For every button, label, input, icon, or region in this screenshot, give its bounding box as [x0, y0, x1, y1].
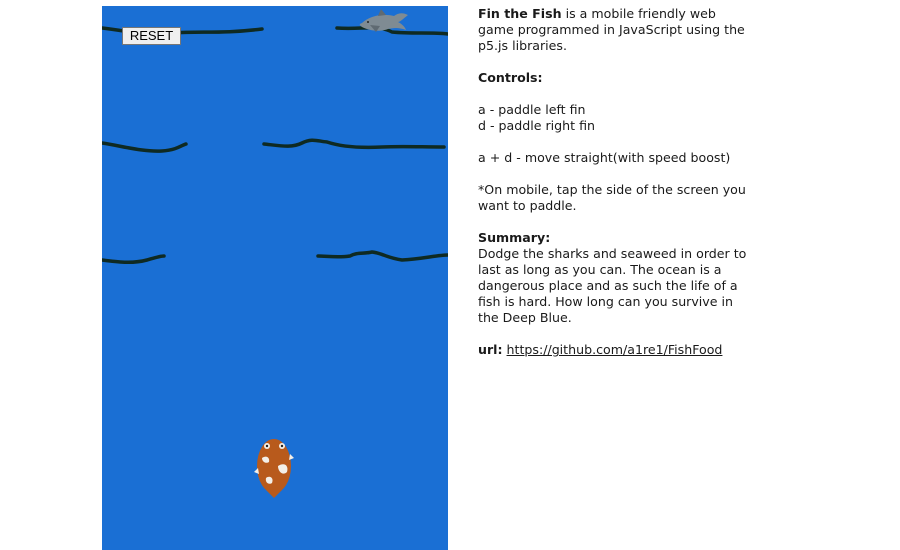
- seaweed-right-3: [316, 250, 448, 262]
- github-link[interactable]: https://github.com/a1re1/FishFood: [507, 342, 723, 357]
- game-title: Fin the Fish: [478, 6, 562, 21]
- game-canvas[interactable]: RESET: [102, 6, 448, 550]
- seaweed-left-3: [102, 254, 166, 265]
- url-label: url:: [478, 342, 503, 357]
- info-panel: Fin the Fish is a mobile friendly web ga…: [478, 6, 748, 374]
- controls-list: a - paddle left fin d - paddle right fin: [478, 102, 748, 134]
- summary-heading: Summary:: [478, 230, 551, 245]
- reset-button[interactable]: RESET: [122, 27, 181, 45]
- summary-paragraph: Summary: Dodge the sharks and seaweed in…: [478, 230, 748, 326]
- control-ad: a + d - move straight(with speed boost): [478, 150, 731, 165]
- control-d: d - paddle right fin: [478, 118, 596, 133]
- control-a: a - paddle left fin: [478, 102, 586, 117]
- fish-icon: [254, 439, 294, 498]
- controls-heading: Controls:: [478, 70, 543, 85]
- summary-text: Dodge the sharks and seaweed in order to…: [478, 246, 747, 325]
- shark-icon: [359, 9, 408, 32]
- url-paragraph: url: https://github.com/a1re1/FishFood: [478, 342, 748, 358]
- seaweed-right-2: [262, 138, 446, 150]
- seaweed-right-1: [335, 25, 448, 36]
- mobile-note: *On mobile, tap the side of the screen y…: [478, 182, 746, 213]
- intro-paragraph: Fin the Fish is a mobile friendly web ga…: [478, 6, 748, 54]
- seaweed-left-2: [102, 141, 188, 153]
- game-scene: [102, 9, 448, 498]
